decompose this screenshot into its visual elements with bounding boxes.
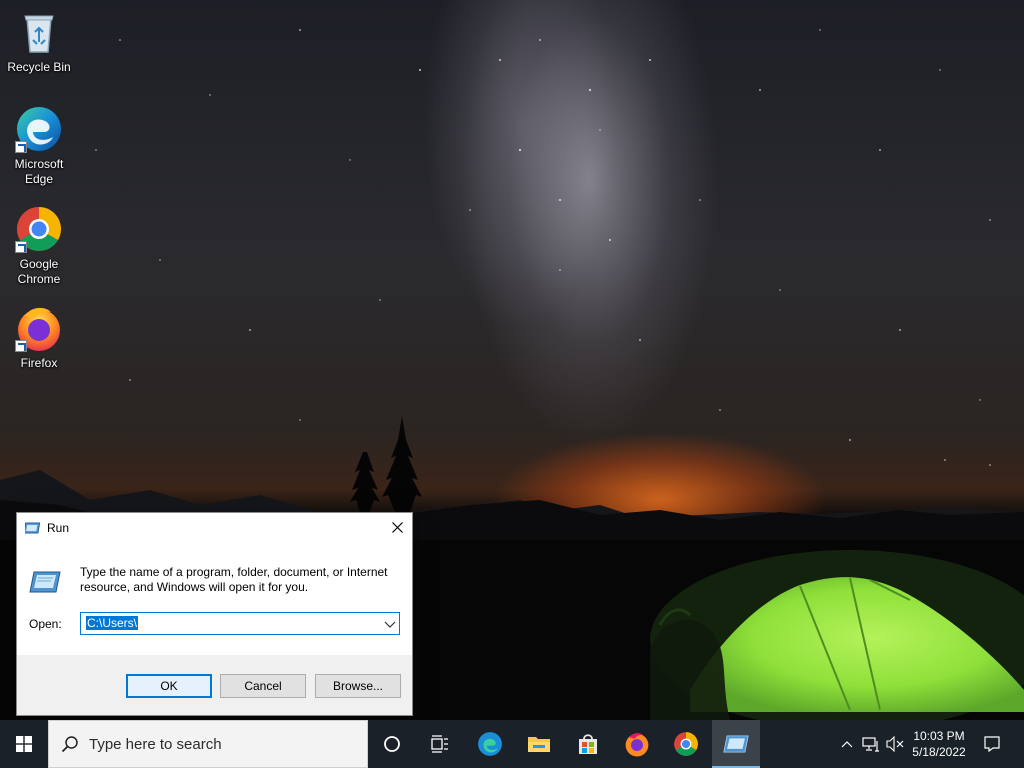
desktop-icon-google-chrome[interactable]: Google Chrome [1,205,77,287]
start-button[interactable] [0,720,48,768]
task-view-button[interactable] [416,720,464,768]
run-button-bar: OK Cancel Browse... [17,655,412,715]
firefox-icon [625,733,649,757]
close-icon [391,521,403,533]
taskbar-search-box[interactable]: Type here to search [48,720,368,768]
taskbar-chrome[interactable] [662,720,710,768]
shortcut-arrow-icon [15,340,27,352]
desktop-icon-label: Firefox [20,356,58,370]
taskbar-run-active[interactable] [712,720,760,768]
clock-time: 10:03 PM [913,729,965,743]
volume-button[interactable] [884,720,906,768]
run-description: Type the name of a program, folder, docu… [80,565,388,594]
desktop-icon-recycle-bin[interactable]: Recycle Bin [1,8,77,75]
search-placeholder: Type here to search [89,735,222,753]
clock-date: 5/18/2022 [912,745,966,759]
cortana-icon [384,736,400,752]
show-hidden-icons-button[interactable] [838,720,856,768]
chevron-down-icon[interactable] [384,618,396,630]
run-dialog: Run Type the name of a program, folder, … [16,512,413,716]
taskbar-file-explorer[interactable] [515,720,563,768]
action-center-button[interactable] [978,720,1006,768]
task-view-icon [431,735,448,753]
open-label: Open: [29,617,62,631]
run-body: Type the name of a program, folder, docu… [17,543,412,655]
firefox-icon [15,304,63,352]
taskbar: Type here to search 10:03 PM 5/18/2022 [0,720,1024,768]
network-button[interactable] [860,720,882,768]
network-icon [862,737,879,752]
cancel-button[interactable]: Cancel [220,674,306,698]
run-program-icon [29,571,61,593]
run-icon [25,522,41,534]
desktop-icon-microsoft-edge[interactable]: Microsoft Edge [1,105,77,187]
shortcut-arrow-icon [15,141,27,153]
recycle-bin-icon [15,8,63,56]
desktop-icon-firefox[interactable]: Firefox [1,304,77,371]
run-titlebar[interactable]: Run [17,513,412,543]
windows-logo-icon [16,736,32,752]
notification-icon [984,736,1000,752]
close-button[interactable] [382,513,412,541]
chrome-icon [674,732,698,756]
shortcut-arrow-icon [15,241,27,253]
clock[interactable]: 10:03 PM 5/18/2022 [906,720,972,768]
open-combobox[interactable]: C:\Users\ [80,612,400,635]
open-input-value[interactable]: C:\Users\ [86,616,139,630]
run-title: Run [47,521,70,535]
taskbar-edge[interactable] [466,720,514,768]
file-explorer-icon [528,737,550,752]
taskbar-store[interactable] [564,720,612,768]
edge-icon [478,732,502,756]
chrome-icon [15,205,63,253]
taskbar-firefox[interactable] [613,720,661,768]
run-icon [723,735,749,753]
search-icon [61,736,78,753]
store-icon [579,734,597,754]
desktop-icon-label: Microsoft Edge [14,157,64,186]
desktop-icon-label: Google Chrome [17,257,61,286]
chevron-up-icon [841,741,853,748]
desktop-icon-label: Recycle Bin [7,60,71,74]
volume-muted-icon [886,736,904,752]
cortana-button[interactable] [368,720,416,768]
edge-icon [15,105,63,153]
browse-button[interactable]: Browse... [315,674,401,698]
ok-button[interactable]: OK [126,674,212,698]
